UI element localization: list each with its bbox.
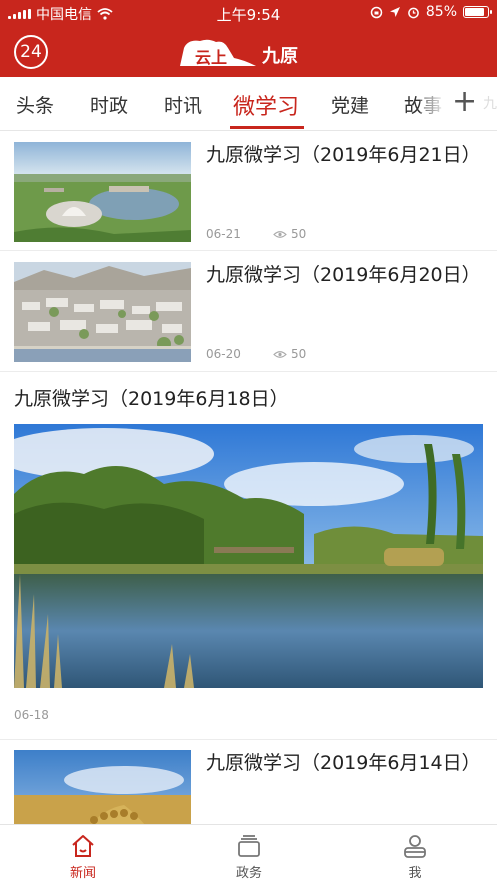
nav-tab-label: 我 [408, 866, 422, 881]
view-count: 50 [273, 227, 306, 241]
nav-tab-government[interactable]: 政务 [166, 825, 332, 883]
app-logo: 云上 九原 [178, 36, 308, 68]
view-count-value: 50 [291, 227, 307, 241]
news-item[interactable]: 九原微学习（2019年6月14日） [0, 740, 497, 824]
archive-icon [238, 835, 260, 857]
tab-politics[interactable]: 时政 [90, 91, 128, 118]
news-thumbnail-image [14, 262, 191, 362]
logo-text-jiuyuan: 九原 [262, 46, 298, 67]
home-icon [72, 835, 94, 857]
news-date: 06-20 [206, 347, 241, 361]
bottom-tab-bar: 新闻 政务 我 [0, 824, 497, 883]
eye-icon [273, 350, 287, 358]
news-title[interactable]: 九原微学习（2019年6月18日） [14, 384, 289, 411]
tab-micro-learning[interactable]: 微学习 [233, 89, 299, 121]
news-title[interactable]: 九原微学习（2019年6月20日） [206, 261, 486, 290]
nav-tab-label: 政务 [235, 866, 262, 881]
24-hours-badge-button[interactable]: 24 [14, 35, 48, 69]
logo-text-yunshang: 云上 [195, 48, 228, 67]
news-title[interactable]: 九原微学习（2019年6月21日） [206, 141, 486, 170]
nav-tab-me[interactable]: 我 [332, 825, 497, 883]
active-tab-indicator [230, 126, 304, 129]
location-icon [389, 7, 400, 17]
app-header: 中国电信 上午9:54 85% 24 云上 九原 [0, 0, 497, 77]
view-count: 50 [273, 347, 306, 361]
eye-icon [273, 230, 287, 238]
news-title[interactable]: 九原微学习（2019年6月14日） [206, 749, 486, 778]
tab-party-building[interactable]: 党建 [331, 91, 369, 118]
news-thumbnail-image [14, 142, 191, 242]
rotation-lock-icon [370, 6, 383, 18]
tab-overflow-hint: 九 [483, 96, 497, 112]
news-thumbnail-image [14, 750, 191, 824]
news-list: 九原微学习（2019年6月21日） 06-21 50 九原微学习（2019年6月… [0, 131, 497, 824]
add-channel-button[interactable]: + [452, 85, 477, 119]
news-date: 06-18 [14, 708, 49, 722]
nav-tab-news[interactable]: 新闻 [0, 825, 166, 883]
user-icon [404, 835, 426, 858]
battery-icon [463, 6, 492, 18]
alarm-icon [408, 7, 419, 18]
channel-tab-bar: 头条 时政 时讯 微学习 党建 故事 九 + [0, 77, 497, 131]
news-cover-image[interactable] [14, 424, 483, 688]
battery-percent: 85% [425, 4, 457, 20]
nav-tab-label: 新闻 [69, 866, 96, 881]
news-item[interactable]: 九原微学习（2019年6月21日） 06-21 50 [0, 131, 497, 251]
news-date: 06-21 [206, 227, 241, 241]
tab-news-flash[interactable]: 时讯 [164, 91, 202, 118]
news-item[interactable]: 九原微学习（2019年6月20日） 06-20 50 [0, 251, 497, 372]
tab-headlines[interactable]: 头条 [16, 91, 54, 118]
app-screen: 中国电信 上午9:54 85% 24 云上 九原 头条 时政 时讯 微学习 党建… [0, 0, 497, 883]
view-count-value: 50 [291, 347, 307, 361]
status-bar: 中国电信 上午9:54 85% [0, 0, 497, 26]
